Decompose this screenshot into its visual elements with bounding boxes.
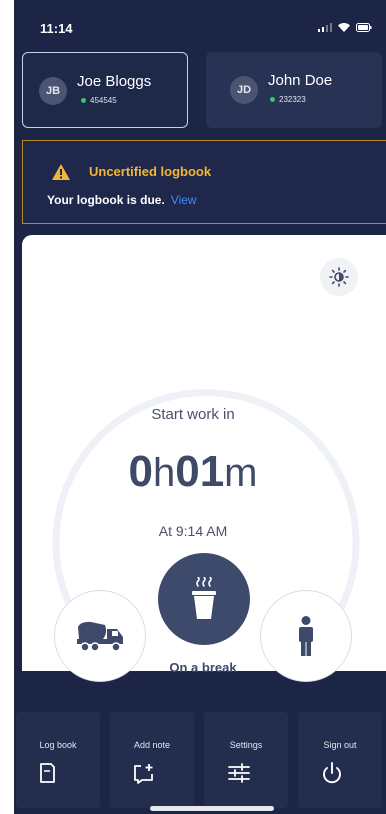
driver-id-value: 454545 (90, 96, 117, 105)
wifi-icon (338, 23, 350, 32)
timer-label: Start work in (151, 406, 235, 423)
uncertified-logbook-alert: Uncertified logbook Your logbook is due.… (22, 140, 386, 224)
online-status-dot (81, 98, 86, 103)
sun-icon (329, 267, 349, 287)
status-time: 11:14 (40, 21, 73, 36)
countdown-display: 0h01m (0, 447, 386, 497)
driver-id-value: 232323 (279, 95, 306, 104)
nav-log-book[interactable]: Log book (16, 712, 100, 808)
start-time: At 9:14 AM (158, 523, 228, 539)
minutes-value: 01 (175, 447, 225, 496)
driver-card-john-doe[interactable]: JD John Doe 232323 (206, 52, 382, 128)
signal-icon (318, 23, 332, 32)
current-activity-label: On a break (169, 660, 237, 675)
bottom-nav: Log book Add note Settings Sign out (8, 712, 382, 814)
system-icons (318, 23, 372, 32)
theme-toggle-button[interactable] (320, 258, 358, 296)
battery-icon (356, 23, 372, 32)
nav-label: Add note (133, 740, 171, 750)
coffee-cup-icon (192, 577, 216, 619)
status-bar: 11:14 (14, 0, 386, 44)
avatar: JD (230, 76, 258, 104)
warning-icon (52, 164, 70, 180)
add-note-icon (134, 764, 153, 784)
nav-add-note[interactable]: Add note (110, 712, 194, 808)
nav-settings[interactable]: Settings (204, 712, 288, 808)
logbook-icon (40, 763, 55, 783)
settings-sliders-icon (228, 763, 250, 783)
online-status-dot (270, 97, 275, 102)
minutes-unit: m (224, 451, 258, 495)
hours-unit: h (152, 451, 176, 495)
view-logbook-link[interactable]: View (171, 193, 197, 207)
alert-title: Uncertified logbook (89, 164, 212, 179)
nav-label: Log book (39, 740, 77, 750)
alert-message: Your logbook is due. View (47, 193, 197, 207)
hours-value: 0 (128, 447, 153, 496)
driver-name: Joe Bloggs (77, 73, 152, 90)
alert-message-text: Your logbook is due. (47, 193, 165, 207)
home-indicator (150, 806, 274, 811)
driver-card-joe-bloggs[interactable]: JB Joe Bloggs 454545 (22, 52, 188, 128)
driver-id: 232323 (270, 95, 306, 104)
nav-label: Sign out (323, 740, 357, 750)
person-icon (299, 616, 313, 656)
driver-id: 454545 (81, 96, 117, 105)
break-activity-button[interactable] (158, 553, 250, 645)
driver-name: John Doe (268, 72, 333, 89)
avatar: JB (39, 77, 67, 105)
nav-sign-out[interactable]: Sign out (298, 712, 382, 808)
power-icon (323, 762, 341, 784)
truck-icon (77, 621, 123, 652)
nav-label: Settings (229, 740, 263, 750)
